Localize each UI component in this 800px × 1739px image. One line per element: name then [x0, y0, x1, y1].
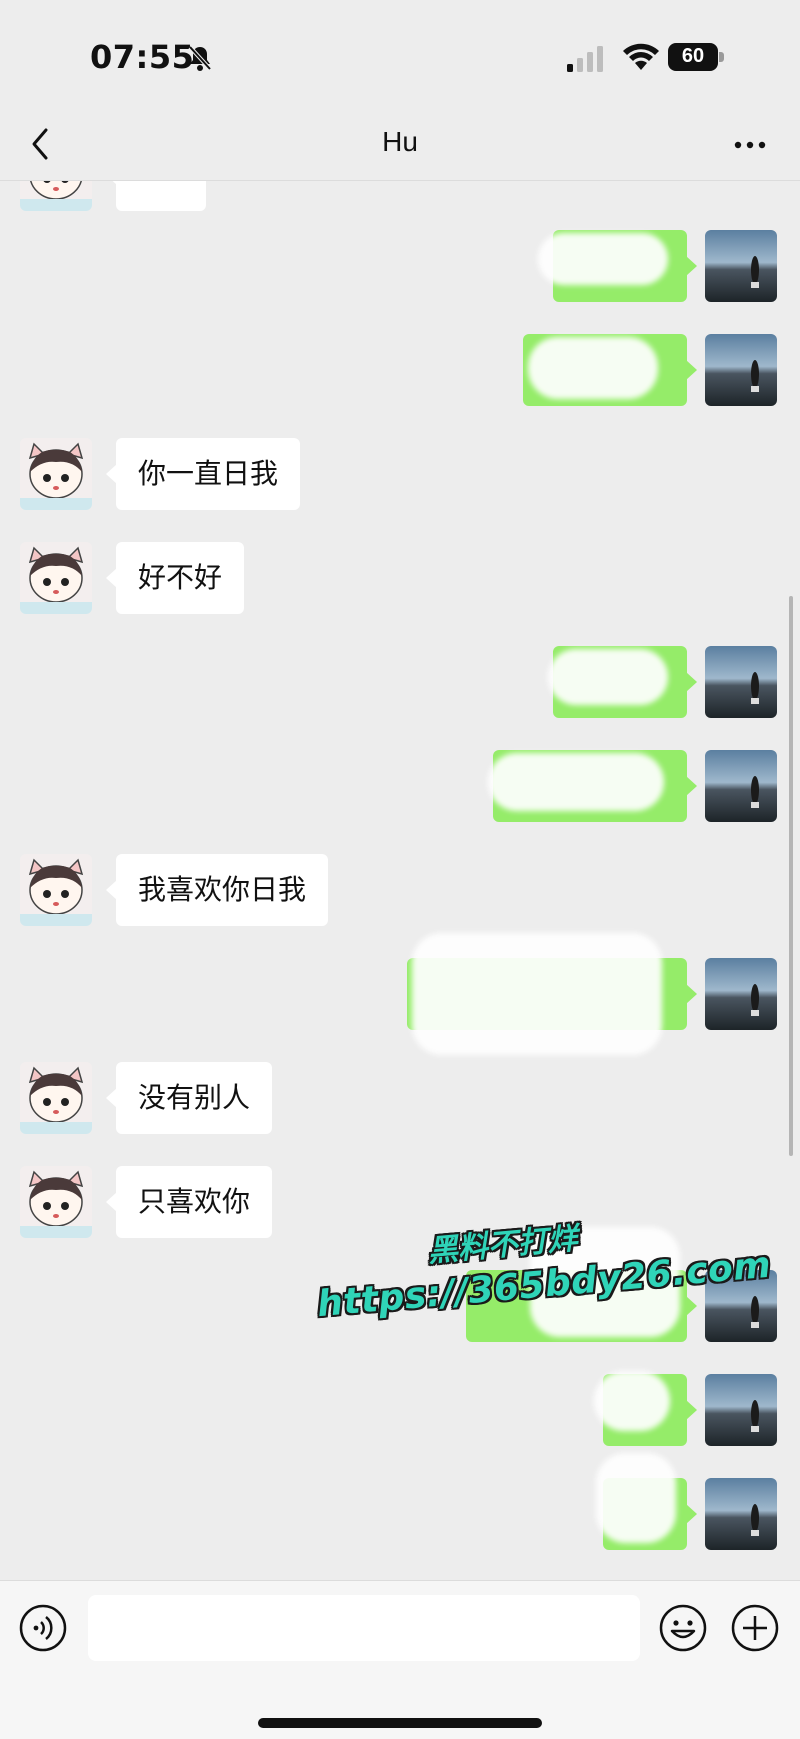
my-avatar[interactable]: [705, 1478, 777, 1550]
redaction-mark: [528, 337, 658, 399]
incoming-message[interactable]: 你一直日我: [105, 438, 301, 510]
incoming-message[interactable]: 我喜欢你日我: [105, 854, 329, 926]
wifi-icon: [623, 43, 659, 70]
incoming-message[interactable]: [106, 181, 206, 211]
redaction-mark: [538, 233, 668, 285]
my-avatar[interactable]: [705, 230, 777, 302]
redaction-mark: [488, 753, 664, 811]
contact-avatar[interactable]: [20, 1062, 92, 1134]
redaction-mark: [412, 933, 662, 1055]
contact-avatar[interactable]: [20, 438, 92, 510]
contact-avatar[interactable]: [20, 1166, 92, 1238]
chat-header: Hu: [0, 110, 800, 181]
incoming-message[interactable]: 没有别人: [105, 1062, 273, 1134]
redaction-mark: [594, 1371, 670, 1431]
more-dots-icon[interactable]: [730, 130, 770, 160]
redaction-mark: [596, 1453, 676, 1543]
scrollbar[interactable]: [789, 596, 793, 1156]
my-avatar[interactable]: [705, 334, 777, 406]
my-avatar[interactable]: [705, 1374, 777, 1446]
contact-avatar[interactable]: [20, 542, 92, 614]
plus-icon[interactable]: [730, 1603, 780, 1653]
redaction-mark: [548, 649, 668, 705]
battery-level: 60: [681, 45, 705, 67]
watermark-line-1: 黑料不打烊: [426, 1221, 580, 1270]
battery-icon: 60: [668, 43, 726, 73]
message-input[interactable]: [88, 1595, 640, 1661]
contact-avatar[interactable]: [20, 854, 92, 926]
status-time: 07:55: [90, 38, 195, 76]
contact-avatar[interactable]: [20, 181, 92, 211]
my-avatar[interactable]: [705, 750, 777, 822]
emoji-icon[interactable]: [658, 1603, 708, 1653]
chat-title: Hu: [382, 126, 418, 157]
incoming-message[interactable]: 好不好: [105, 542, 245, 614]
input-bar: [0, 1580, 800, 1739]
message-list[interactable]: 你一直日我 好不好 我喜欢你日我 没有别人 只喜欢你: [0, 181, 800, 1580]
my-avatar[interactable]: [705, 646, 777, 718]
bell-slash-icon: [188, 45, 212, 71]
my-avatar[interactable]: [705, 958, 777, 1030]
status-bar: 07:55 60: [0, 0, 800, 110]
signal-icon: [567, 46, 603, 72]
incoming-message[interactable]: 只喜欢你: [105, 1166, 273, 1238]
voice-icon[interactable]: [18, 1603, 68, 1653]
home-indicator: [258, 1718, 542, 1728]
